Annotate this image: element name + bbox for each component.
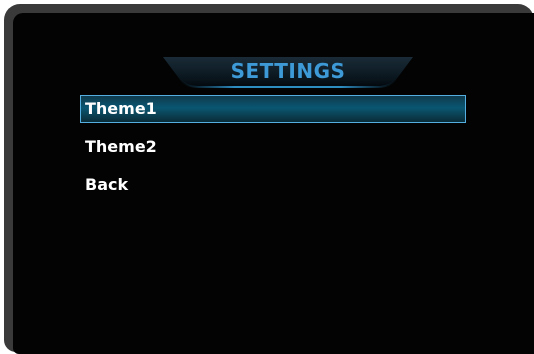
menu-item-theme1[interactable]: Theme1: [80, 95, 466, 123]
title-banner: SETTINGS: [163, 53, 413, 89]
menu-item-theme2[interactable]: Theme2: [80, 133, 466, 161]
menu-item-label: Theme2: [85, 137, 157, 156]
settings-screen: SETTINGS Theme1 Theme2 Back: [13, 13, 534, 354]
page-title: SETTINGS: [230, 59, 346, 83]
menu-item-label: Back: [85, 175, 129, 194]
menu-item-back[interactable]: Back: [80, 171, 466, 199]
settings-menu: Theme1 Theme2 Back: [80, 95, 466, 209]
menu-item-label: Theme1: [85, 99, 157, 118]
